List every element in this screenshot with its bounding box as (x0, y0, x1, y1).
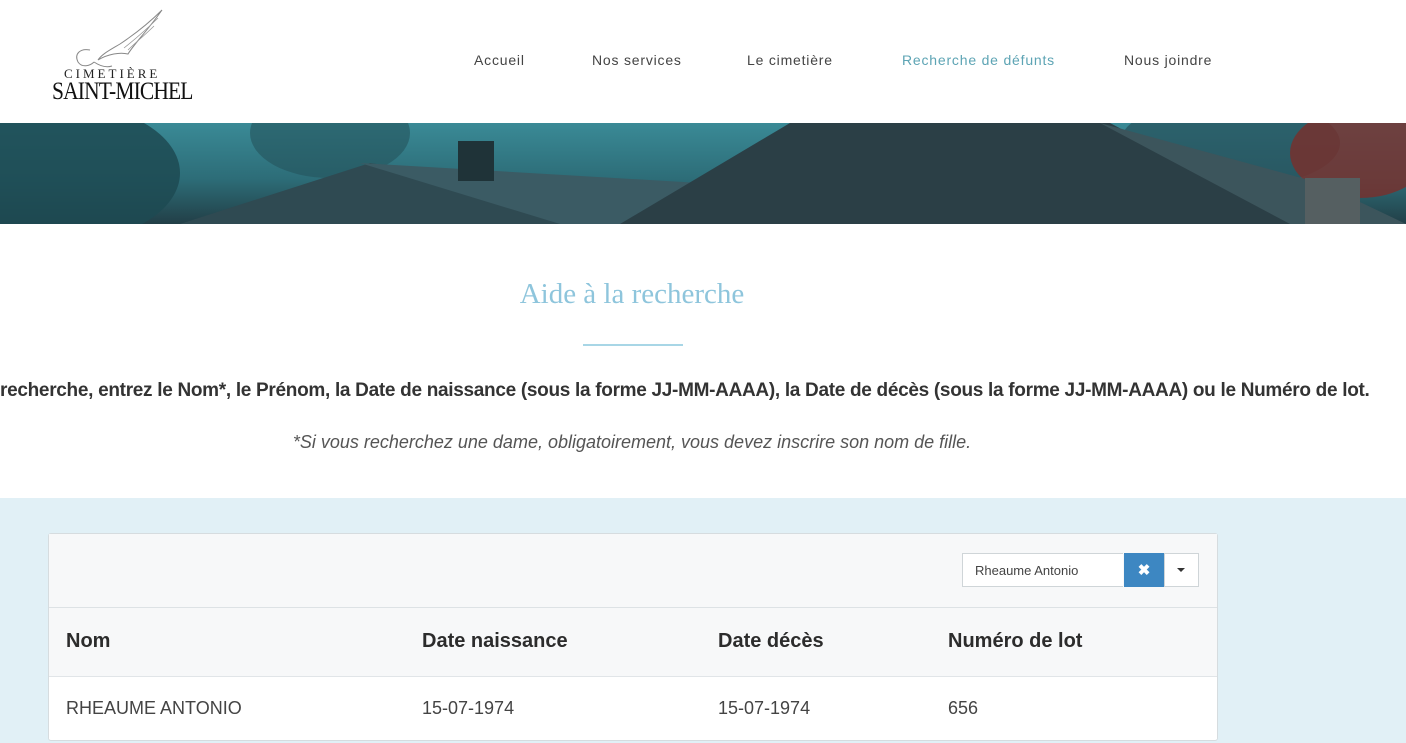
column-nom[interactable]: Nom (66, 630, 110, 653)
search-options-dropdown[interactable] (1164, 553, 1199, 587)
cell-nom: RHEAUME ANTONIO (66, 698, 242, 718)
title-divider (583, 344, 683, 346)
hero-banner (0, 123, 1406, 224)
main-nav: Accueil Nos services Le cimetière Recher… (0, 52, 1406, 72)
search-note: *Si vous recherchez une dame, obligatoir… (292, 432, 972, 452)
nav-nos-services[interactable]: Nos services (592, 52, 682, 68)
nav-accueil[interactable]: Accueil (474, 52, 525, 68)
cell-numero-de-lot: 656 (948, 698, 979, 718)
cell-date-deces: 15-07-1974 (718, 698, 811, 718)
results-panel: ✖ Nom Date naissance Date décès Numéro d… (48, 533, 1218, 741)
table-header: Nom Date naissance Date décès Numéro de … (49, 608, 1217, 677)
page-title: Aide à la recherche (519, 278, 745, 310)
nav-le-cimetiere[interactable]: Le cimetière (747, 52, 833, 68)
cell-date-naissance: 15-07-1974 (422, 698, 515, 718)
close-icon: ✖ (1137, 562, 1151, 579)
nav-recherche-de-defunts[interactable]: Recherche de défunts (902, 52, 1055, 68)
search-instructions: recherche, entrez le Nom*, le Prénom, la… (0, 380, 1370, 401)
column-date-deces[interactable]: Date décès (718, 630, 824, 653)
column-date-naissance[interactable]: Date naissance (422, 630, 568, 653)
search-input[interactable] (962, 553, 1123, 587)
caret-down-icon (1177, 568, 1185, 572)
column-numero-de-lot[interactable]: Numéro de lot (948, 630, 1082, 653)
clear-search-button[interactable]: ✖ (1124, 553, 1164, 587)
rooftops-image (0, 123, 1406, 224)
site-header: CIMETIÈRE SAINT-MICHEL Accueil Nos servi… (0, 0, 1406, 123)
table-toolbar: ✖ (49, 534, 1217, 608)
nav-nous-joindre[interactable]: Nous joindre (1124, 52, 1212, 68)
table-row[interactable]: RHEAUME ANTONIO 15-07-1974 15-07-1974 65… (49, 677, 1217, 739)
logo-title: SAINT-MICHEL (52, 78, 193, 105)
